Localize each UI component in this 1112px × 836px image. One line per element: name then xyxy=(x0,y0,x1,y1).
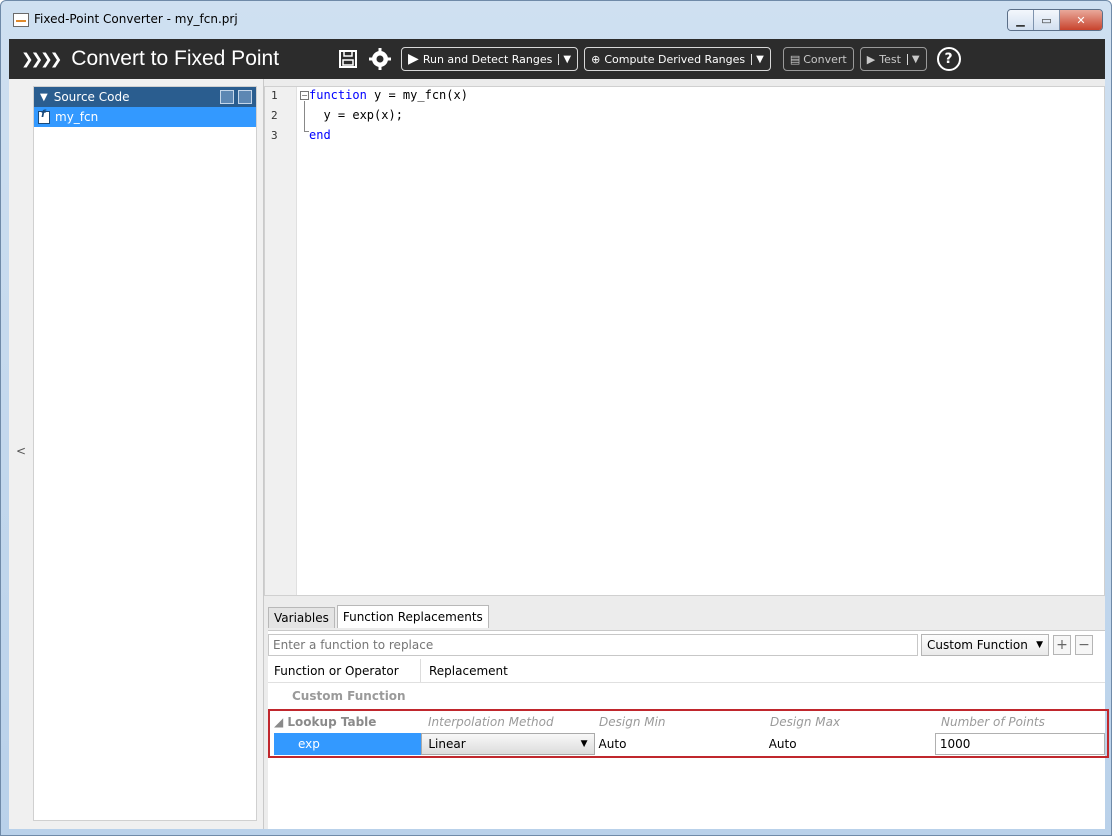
bottom-panel: Variables Function Replacements Custom F… xyxy=(264,596,1109,829)
header-number-of-points: Number of Points xyxy=(941,715,1045,729)
line-number: 2 xyxy=(271,109,278,122)
compute-icon: ⊕ xyxy=(591,52,601,66)
bottom-tabs: Variables Function Replacements xyxy=(268,605,491,628)
convert-label: Convert xyxy=(803,52,847,66)
number-of-points-field[interactable]: 1000 xyxy=(934,733,1105,755)
header-interpolation-method: Interpolation Method xyxy=(428,715,554,729)
title-bar: Fixed-Point Converter - my_fcn.prj ▁ ▭ ✕ xyxy=(1,1,1111,39)
column-replacement[interactable]: Replacement xyxy=(421,664,508,678)
chevron-down-icon[interactable]: ▼ xyxy=(558,53,571,65)
workflow-logo-icon: ❯❯❯❯ xyxy=(21,50,62,68)
design-max-cell[interactable]: Auto xyxy=(765,737,935,751)
code-editor[interactable]: 1 2 3 − function y = my_fcn(x) y = exp(x… xyxy=(264,86,1105,596)
compute-label: Compute Derived Ranges xyxy=(604,52,746,66)
header-design-max: Design Max xyxy=(770,715,841,729)
interpolation-value: Linear xyxy=(428,737,466,751)
convert-icon: ▤ xyxy=(789,52,801,66)
code-text: y = exp(x); xyxy=(309,108,403,122)
tab-function-replacements[interactable]: Function Replacements xyxy=(336,605,489,628)
toolbar: ❯❯❯❯ Convert to Fixed Point ▶ Run and De… xyxy=(9,39,1105,79)
design-min-cell[interactable]: Auto xyxy=(595,737,765,751)
help-icon[interactable]: ? xyxy=(936,47,961,71)
line-number: 3 xyxy=(271,129,278,142)
window-title: Fixed-Point Converter - my_fcn.prj xyxy=(34,12,238,26)
source-file-item[interactable]: my_fcn xyxy=(34,107,256,127)
app-icon xyxy=(13,13,29,27)
collapse-left-icon[interactable]: < xyxy=(16,444,26,458)
code-keyword: end xyxy=(309,128,331,142)
replacement-search-row: Custom Function ▼ + − xyxy=(268,634,1105,656)
tab-variables[interactable]: Variables xyxy=(268,607,335,628)
lookup-table-header-row: ◢ Lookup Table Interpolation Method Desi… xyxy=(270,711,1107,733)
code-line: end xyxy=(309,128,331,142)
run-and-detect-ranges-button[interactable]: ▶ Run and Detect Ranges ▼ xyxy=(401,47,579,71)
lookup-table-label[interactable]: ◢ Lookup Table xyxy=(270,715,420,729)
collapse-triangle-icon[interactable]: ◢ xyxy=(274,715,287,729)
replacement-table-header: Function or Operator Replacement xyxy=(268,659,1105,683)
test-label: Test xyxy=(879,52,901,66)
app-window: Fixed-Point Converter - my_fcn.prj ▁ ▭ ✕… xyxy=(0,0,1112,836)
function-search-input[interactable] xyxy=(268,634,918,656)
table-row[interactable]: exp Linear ▼ Auto Auto 1000 xyxy=(274,733,1105,755)
column-function-or-operator[interactable]: Function or Operator xyxy=(268,659,421,682)
chevron-down-icon: ▼ xyxy=(580,739,588,749)
chevron-down-icon[interactable]: ▼ xyxy=(751,53,764,65)
maximize-button[interactable]: ▭ xyxy=(1034,10,1060,30)
window-controls: ▁ ▭ ✕ xyxy=(1007,9,1103,31)
list-view-icon[interactable] xyxy=(220,90,234,104)
lookup-table-highlight: ◢ Lookup Table Interpolation Method Desi… xyxy=(268,709,1109,758)
play-icon: ▶ xyxy=(408,51,419,67)
line-gutter: 1 2 3 xyxy=(265,87,297,595)
function-replacements-area: Custom Function ▼ + − Function or Operat… xyxy=(268,630,1109,829)
toolbar-title: Convert to Fixed Point xyxy=(71,47,280,70)
header-design-min: Design Min xyxy=(599,715,666,729)
code-text: y = my_fcn(x) xyxy=(366,88,468,102)
source-code-panel: ▼ Source Code my_fcn xyxy=(33,86,257,821)
interpolation-method-dropdown[interactable]: Linear ▼ xyxy=(421,733,595,755)
chevron-down-icon: ▼ xyxy=(1036,640,1043,650)
collapse-strip[interactable]: < xyxy=(9,79,33,829)
gear-icon[interactable] xyxy=(369,48,392,70)
lookup-table-text: Lookup Table xyxy=(287,715,377,729)
source-code-header[interactable]: ▼ Source Code xyxy=(34,87,256,107)
test-button[interactable]: ▶ Test ▼ xyxy=(859,47,927,71)
save-icon[interactable] xyxy=(337,48,359,70)
replacement-type-dropdown[interactable]: Custom Function ▼ xyxy=(921,634,1049,656)
main-content: < ▼ Source Code my_fcn 1 xyxy=(9,79,1109,829)
source-file-label: my_fcn xyxy=(55,110,99,124)
chevron-down-icon[interactable]: ▼ xyxy=(906,53,920,65)
function-file-icon xyxy=(38,109,50,124)
play-icon: ▶ xyxy=(866,52,876,66)
code-keyword: function xyxy=(309,88,367,102)
tree-view-icon[interactable] xyxy=(238,90,252,104)
compute-derived-ranges-button[interactable]: ⊕ Compute Derived Ranges ▼ xyxy=(584,47,771,71)
custom-function-group-label: Custom Function xyxy=(292,689,406,703)
code-line: y = exp(x); xyxy=(309,108,403,122)
fold-toggle-icon[interactable]: − xyxy=(300,91,309,100)
minimize-button[interactable]: ▁ xyxy=(1008,10,1034,30)
source-code-title: Source Code xyxy=(53,90,130,104)
convert-button[interactable]: ▤ Convert xyxy=(782,47,854,71)
run-label: Run and Detect Ranges xyxy=(422,52,553,66)
line-number: 1 xyxy=(271,89,278,102)
code-line: function y = my_fcn(x) xyxy=(309,88,468,102)
expand-triangle-icon[interactable]: ▼ xyxy=(40,92,48,103)
left-panel: < ▼ Source Code my_fcn xyxy=(9,79,264,829)
fold-guide xyxy=(304,101,305,131)
replacement-type-value: Custom Function xyxy=(927,638,1028,652)
close-button[interactable]: ✕ xyxy=(1060,10,1102,30)
add-button[interactable]: + xyxy=(1053,635,1071,655)
function-name-cell[interactable]: exp xyxy=(274,733,422,755)
remove-button[interactable]: − xyxy=(1075,635,1093,655)
